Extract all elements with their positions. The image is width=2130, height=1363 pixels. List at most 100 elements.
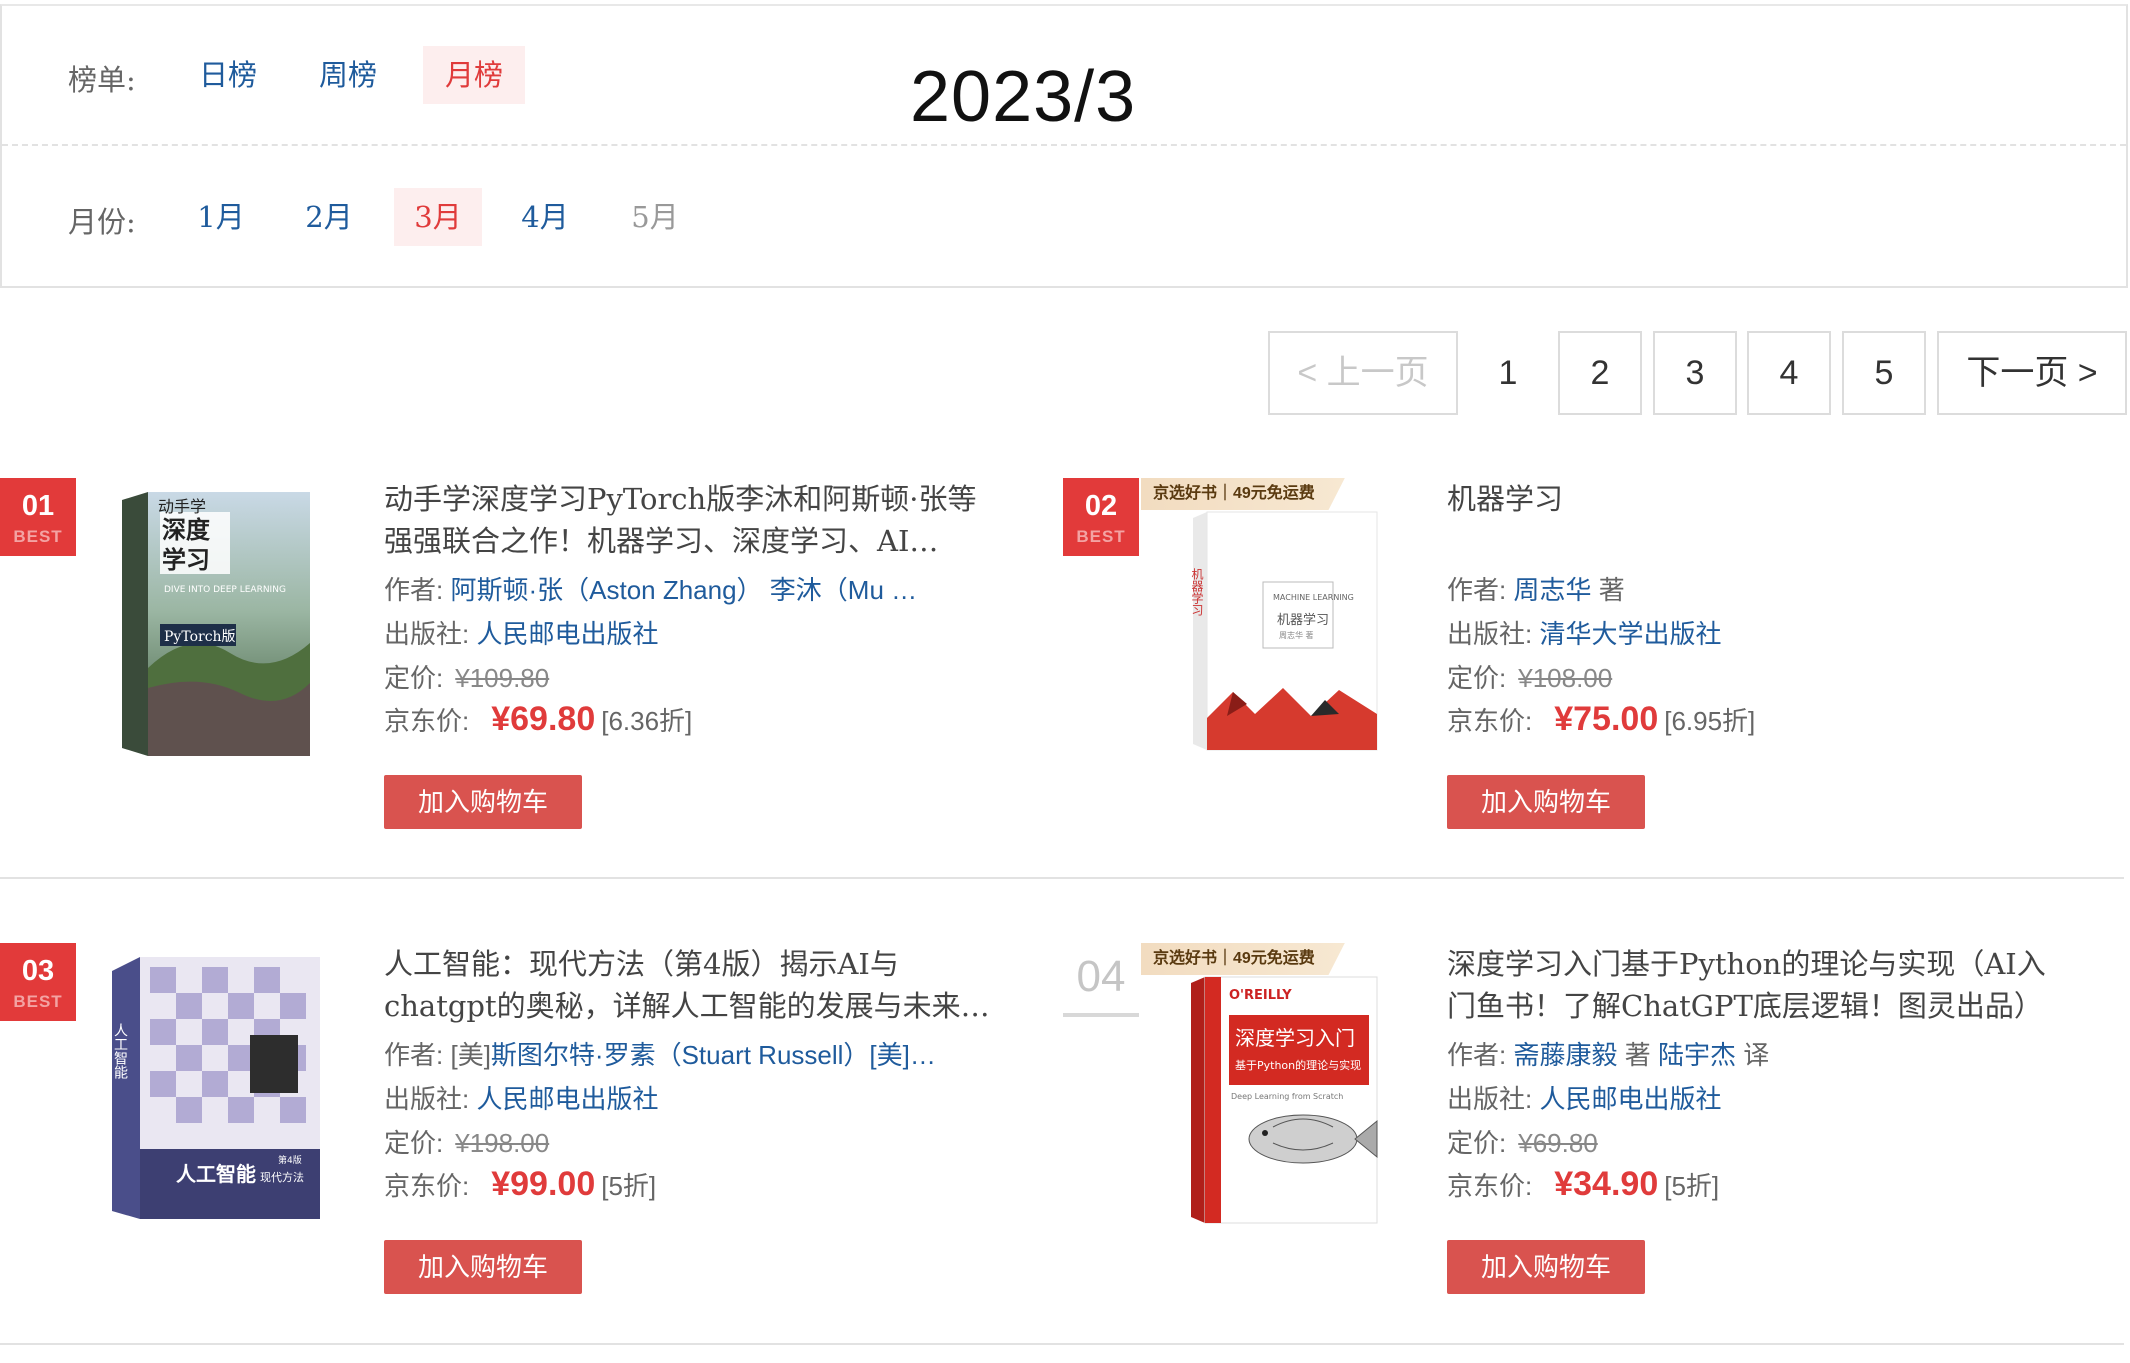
filter-monthly[interactable]: 月榜 xyxy=(423,46,525,104)
publisher-label: 出版社: xyxy=(1447,1084,1533,1114)
month-jan[interactable]: 1月 xyxy=(188,188,254,246)
page-2[interactable]: 2 xyxy=(1558,331,1642,415)
jd-price-line: 京东价: ¥69.80 [6.36折] xyxy=(384,694,1004,744)
page-5[interactable]: 5 xyxy=(1842,331,1926,415)
svg-text:人工智能: 人工智能 xyxy=(112,1023,128,1080)
filter-panel: 榜单: 日榜 周榜 月榜 月份: 1月 2月 3月 4月 5月 2023/3 xyxy=(0,4,2128,288)
jd-price: ¥34.90 xyxy=(1554,1165,1659,1203)
book-card-1: 01 BEST 动手学 深度 学习 DIVE INTO DEEP LEARNIN… xyxy=(0,478,1010,898)
book-cover[interactable]: 动手学 深度 学习 DIVE INTO DEEP LEARNING PyTorc… xyxy=(100,478,340,768)
author-label: 作者: xyxy=(384,575,444,605)
cover-edition: 第4版 xyxy=(278,1154,302,1166)
publisher-link[interactable]: 人民邮电出版社 xyxy=(476,1084,658,1114)
promo-tag: 京选好书｜49元免运费 xyxy=(1141,478,1345,510)
next-page-button[interactable]: 下一页 > xyxy=(1937,331,2127,415)
add-to-cart-button[interactable]: 加入购物车 xyxy=(384,1240,582,1294)
rank-badge: 04 xyxy=(1063,943,1139,1017)
publisher-label: 出版社: xyxy=(384,1084,470,1114)
rank-best-label: BEST xyxy=(1076,527,1126,546)
cover-spine: 机器学习 xyxy=(1190,568,1204,616)
author-label: 作者: xyxy=(1447,1040,1507,1070)
filter-daily[interactable]: 日榜 xyxy=(188,46,268,104)
publisher-link[interactable]: 人民邮电出版社 xyxy=(476,619,658,649)
author-line: 作者: 周志华 著 xyxy=(1447,570,2067,607)
month-apr[interactable]: 4月 xyxy=(512,188,578,246)
author-link[interactable]: 周志华 xyxy=(1513,575,1591,605)
row-divider xyxy=(0,877,2124,879)
author-line: 作者: [美]斯图尔特·罗素（Stuart Russell）[美]… xyxy=(384,1035,1004,1072)
cover-author: 周志华 著 xyxy=(1279,630,1314,640)
cover-cn-title: 机器学习 xyxy=(1277,612,1329,628)
book-card-4: 04 O'REILLY 深度学习入门 基于Python的理论与实现 Deep L… xyxy=(1063,943,2073,1363)
rank-number: 04 xyxy=(1076,952,1126,1001)
month-feb[interactable]: 2月 xyxy=(296,188,362,246)
jd-price-label: 京东价: xyxy=(384,706,470,736)
discount: [5折] xyxy=(1664,1171,1720,1201)
list-price: ¥198.00 xyxy=(455,1128,550,1158)
publisher-link[interactable]: 清华大学出版社 xyxy=(1539,619,1721,649)
cover-edition: PyTorch版 xyxy=(164,629,236,645)
publisher-line: 出版社: 人民邮电出版社 xyxy=(384,1079,1004,1116)
author-nationality: [美] xyxy=(450,1040,491,1070)
discount: [5折] xyxy=(601,1171,657,1201)
rank-best-label: BEST xyxy=(13,527,63,546)
month-may: 5月 xyxy=(631,200,679,234)
discount: [6.36折] xyxy=(601,706,693,736)
svg-text:深度: 深度 xyxy=(162,515,211,544)
jd-price-label: 京东价: xyxy=(1447,706,1533,736)
jd-price: ¥75.00 xyxy=(1554,700,1659,738)
list-price-line: 定价: ¥109.80 xyxy=(384,658,1004,695)
book-cover[interactable]: 机器学习 MACHINE LEARNING 机器学习 周志华 著 xyxy=(1163,478,1403,768)
author-line: 作者: 阿斯顿·张（Aston Zhang） 李沐（Mu … xyxy=(384,570,1004,607)
page-4[interactable]: 4 xyxy=(1747,331,1831,415)
translator-role: 译 xyxy=(1743,1040,1770,1070)
rank-badge: 01 BEST xyxy=(0,478,76,556)
rank-number: 03 xyxy=(21,955,55,987)
author-link[interactable]: 阿斯顿·张（Aston Zhang） 李沐（Mu … xyxy=(450,575,917,605)
list-price-line: 定价: ¥198.00 xyxy=(384,1123,1004,1160)
page-1: 1 xyxy=(1498,354,1518,392)
author-link[interactable]: 斋藤康毅 xyxy=(1513,1040,1617,1070)
add-to-cart-button[interactable]: 加入购物车 xyxy=(1447,1240,1645,1294)
list-price: ¥109.80 xyxy=(455,663,550,693)
rank-best-label: BEST xyxy=(13,992,63,1011)
period-title: 2023/3 xyxy=(910,57,1137,137)
book-title[interactable]: 机器学习 xyxy=(1447,478,2067,520)
book-cover[interactable]: O'REILLY 深度学习入门 基于Python的理论与实现 Deep Lear… xyxy=(1163,943,1403,1233)
cover-subtitle: 基于Python的理论与实现 xyxy=(1235,1058,1361,1072)
author-link[interactable]: 斯图尔特·罗素（Stuart Russell）[美]… xyxy=(491,1040,936,1070)
page-3[interactable]: 3 xyxy=(1653,331,1737,415)
promo-tag: 京选好书｜49元免运费 xyxy=(1141,943,1345,975)
author-role: 著 xyxy=(1598,575,1625,605)
add-to-cart-button[interactable]: 加入购物车 xyxy=(1447,775,1645,829)
author-role: 著 xyxy=(1624,1040,1651,1070)
author-label: 作者: xyxy=(1447,575,1507,605)
book-title[interactable]: 人工智能：现代方法（第4版）揭示AI与chatgpt的奥秘，详解人工智能的发展与… xyxy=(384,943,1004,1027)
cover-title: 人工智能 xyxy=(176,1162,256,1186)
month-mar[interactable]: 3月 xyxy=(394,188,482,246)
list-price: ¥108.00 xyxy=(1518,663,1613,693)
book-cover[interactable]: 人工智能 现代方法 第4版 人工智能 xyxy=(100,943,340,1233)
prev-page-button: < 上一页 xyxy=(1268,331,1458,415)
filter-weekly[interactable]: 周榜 xyxy=(308,46,388,104)
cover-subtitle: 现代方法 xyxy=(260,1170,304,1184)
jd-price-line: 京东价: ¥75.00 [6.95折] xyxy=(1447,694,2067,744)
publisher-line: 出版社: 人民邮电出版社 xyxy=(384,614,1004,651)
list-price-line: 定价: ¥69.80 xyxy=(1447,1123,2067,1160)
book-title[interactable]: 深度学习入门基于Python的理论与实现（AI入门鱼书！了解ChatGPT底层逻… xyxy=(1447,943,2067,1027)
cover-en-title: DIVE INTO DEEP LEARNING xyxy=(164,585,286,595)
book-title[interactable]: 动手学深度学习PyTorch版李沐和阿斯顿·张等强强联合之作！机器学习、深度学习… xyxy=(384,478,1004,562)
jd-price: ¥99.00 xyxy=(491,1165,596,1203)
svg-text:学习: 学习 xyxy=(162,545,210,574)
publisher-line: 出版社: 人民邮电出版社 xyxy=(1447,1079,2067,1116)
jd-price: ¥69.80 xyxy=(491,700,596,738)
publisher-link[interactable]: 人民邮电出版社 xyxy=(1539,1084,1721,1114)
cover-en-title: MACHINE LEARNING xyxy=(1273,593,1354,602)
publisher-line: 出版社: 清华大学出版社 xyxy=(1447,614,2067,651)
add-to-cart-button[interactable]: 加入购物车 xyxy=(384,775,582,829)
month-filter-row: 月份: 1月 2月 3月 4月 5月 xyxy=(2,148,2126,288)
rank-badge: 03 BEST xyxy=(0,943,76,1021)
translator-link[interactable]: 陆宇杰 xyxy=(1658,1040,1736,1070)
book-card-3: 03 BEST 人工智能 现代方法 第4版 人工智能 人工智能：现代方法（第4版… xyxy=(0,943,1010,1363)
row-divider xyxy=(0,1343,2124,1345)
